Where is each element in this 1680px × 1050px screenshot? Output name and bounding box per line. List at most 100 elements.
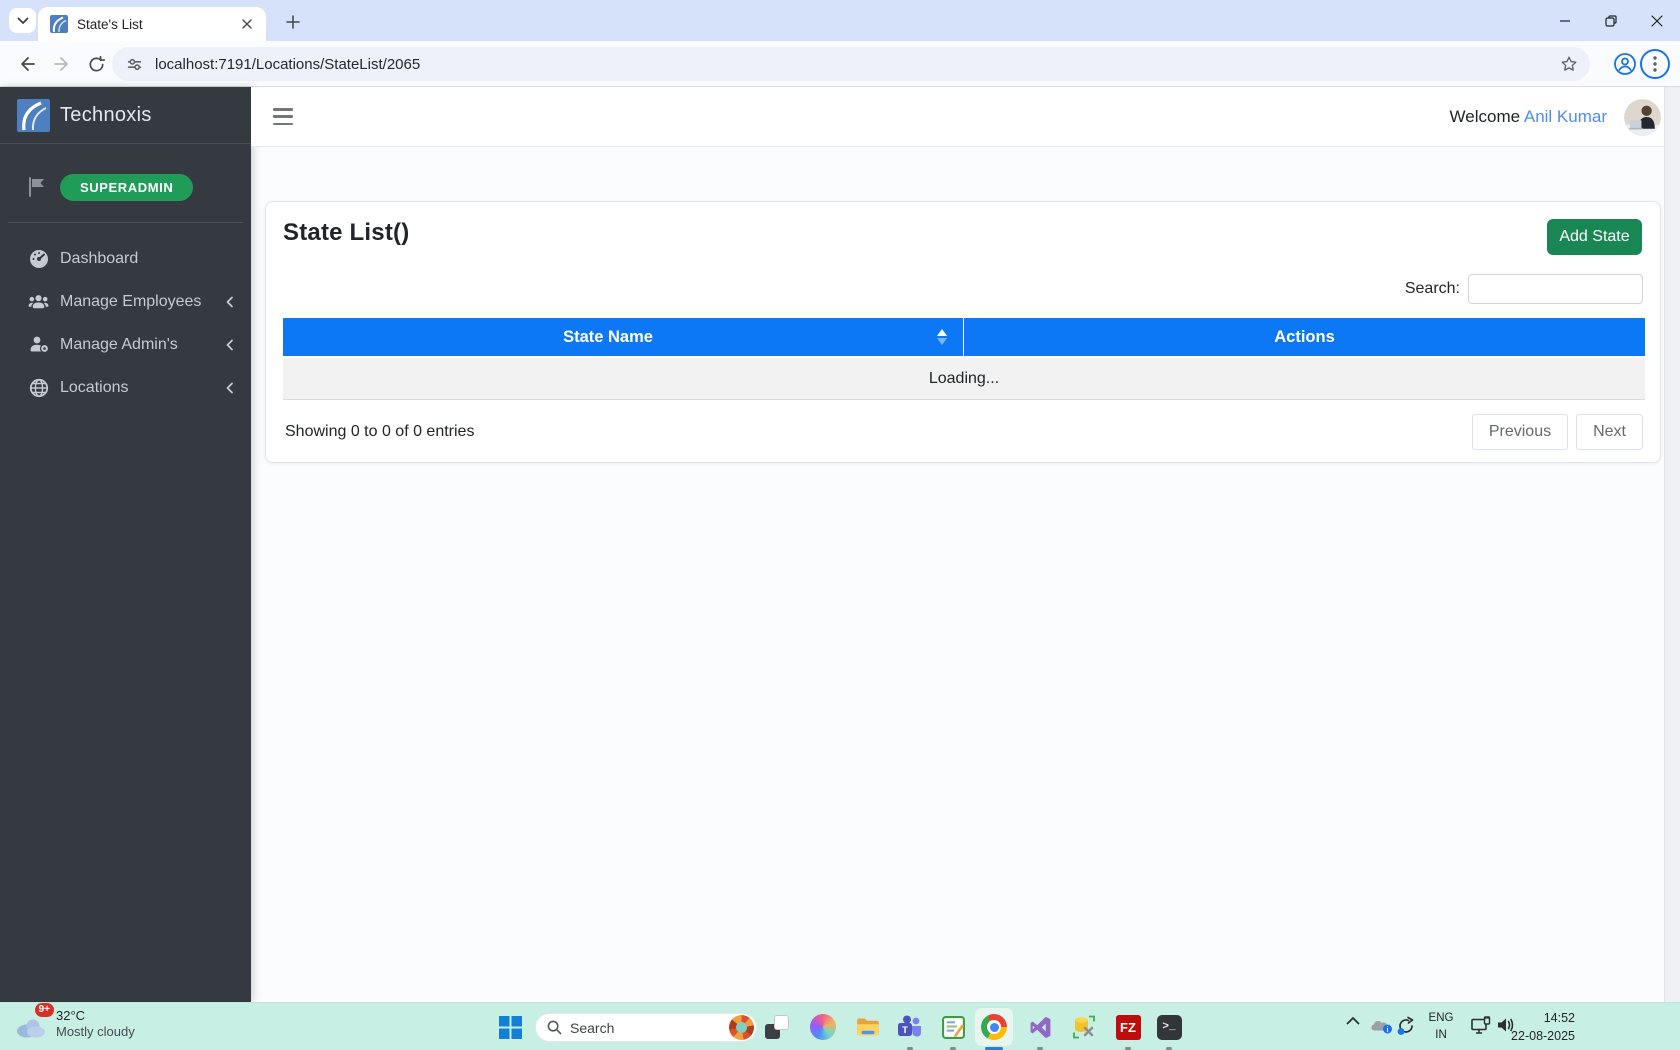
table-header-row: State Name Actions (283, 318, 1645, 358)
table-info-text: Showing 0 to 0 of 0 entries (285, 423, 474, 441)
reload-icon[interactable] (84, 52, 108, 76)
search-input[interactable] (1468, 274, 1643, 304)
chevron-left-icon (223, 381, 237, 395)
editor-app-button[interactable] (940, 1014, 966, 1040)
chrome-button[interactable] (975, 1008, 1013, 1046)
sync-update-icon[interactable] (1396, 1016, 1416, 1036)
brand-name: Technoxis (60, 104, 152, 127)
teams-button[interactable]: T (897, 1014, 923, 1040)
url-text[interactable]: localhost:7191/Locations/StateList/2065 (155, 56, 1560, 73)
user-avatar[interactable] (1624, 99, 1661, 136)
site-info-icon[interactable] (126, 56, 143, 73)
bing-daily-image-icon[interactable] (729, 1015, 754, 1040)
sidebar: Technoxis SUPERADMIN Dashboard (0, 87, 251, 1002)
svg-text:T: T (902, 1025, 908, 1036)
start-button[interactable] (497, 1014, 523, 1040)
sql-database-tools-icon (1071, 1014, 1097, 1040)
screen: State's List (0, 0, 1680, 1050)
bookmark-star-icon[interactable] (1560, 55, 1578, 73)
svg-text:i: i (1387, 1027, 1389, 1034)
brand[interactable]: Technoxis (0, 87, 251, 144)
sidebar-item-manage-admins[interactable]: Manage Admin's (0, 323, 251, 366)
role-row: SUPERADMIN (0, 144, 251, 204)
column-header-actions[interactable]: Actions (964, 318, 1645, 356)
terminal-button[interactable]: >_ (1156, 1014, 1182, 1040)
weather-condition: Mostly cloudy (56, 1024, 135, 1040)
chevron-down-icon (17, 17, 29, 25)
task-view-icon (765, 1015, 789, 1039)
speedometer-icon (28, 248, 49, 269)
notepad-editor-icon (941, 1015, 966, 1040)
network-icon[interactable] (1470, 1016, 1491, 1036)
sidebar-divider (8, 222, 243, 223)
back-icon[interactable] (15, 52, 39, 76)
region-code: IN (1424, 1027, 1458, 1044)
browser-tab-strip: State's List (0, 0, 1680, 41)
copilot-button[interactable] (810, 1014, 836, 1040)
address-bar[interactable]: localhost:7191/Locations/StateList/2065 (112, 47, 1590, 81)
chevron-left-icon (223, 338, 237, 352)
loading-text: Loading... (929, 370, 999, 388)
sidebar-item-dashboard[interactable]: Dashboard (0, 237, 251, 280)
window-minimize-button[interactable] (1542, 0, 1588, 41)
tray-clock[interactable]: 14:52 22-08-2025 (1495, 1010, 1575, 1045)
tray-chevron-up-icon[interactable] (1346, 1016, 1360, 1025)
sidebar-item-manage-employees[interactable]: Manage Employees (0, 280, 251, 323)
sidebar-item-label: Manage Employees (60, 293, 223, 311)
admin-user-icon (28, 334, 49, 355)
sidebar-item-locations[interactable]: Locations (0, 366, 251, 409)
chevron-left-icon (223, 295, 237, 309)
page-scrollbar[interactable] (1664, 87, 1680, 1002)
sidebar-menu: Dashboard Manage Employees Manage Admin (0, 237, 251, 409)
ssms-button[interactable] (1071, 1014, 1097, 1040)
add-state-button[interactable]: Add State (1547, 219, 1642, 255)
previous-page-button[interactable]: Previous (1472, 414, 1568, 450)
copilot-icon (810, 1014, 836, 1040)
next-page-button[interactable]: Next (1576, 414, 1643, 450)
filezilla-button[interactable]: FZ (1115, 1014, 1141, 1040)
new-tab-button[interactable] (280, 10, 306, 34)
window-restore-button[interactable] (1588, 0, 1634, 41)
globe-icon (28, 377, 49, 398)
top-navbar: Welcome Anil Kumar (251, 87, 1680, 147)
language-code: ENG (1424, 1010, 1458, 1027)
browser-profile-icon[interactable] (1611, 50, 1639, 78)
task-view-button[interactable] (764, 1014, 790, 1040)
navbar-user-area: Welcome Anil Kumar (1450, 87, 1661, 147)
file-explorer-button[interactable] (855, 1014, 881, 1040)
web-page: Technoxis SUPERADMIN Dashboard (0, 87, 1680, 1002)
column-label: State Name (563, 328, 653, 347)
browser-tab[interactable]: State's List (38, 7, 266, 41)
window-close-button[interactable] (1634, 0, 1680, 41)
tab-search-button[interactable] (9, 8, 36, 33)
site-favicon-icon (50, 15, 68, 33)
hamburger-menu-icon[interactable] (273, 108, 293, 125)
column-label: Actions (1274, 328, 1335, 347)
card-header: State List() Add State (283, 219, 1643, 259)
taskbar-weather-widget[interactable]: 9+ 32°C Mostly cloudy (14, 1007, 135, 1041)
forward-icon[interactable] (50, 52, 74, 76)
tab-close-icon[interactable] (238, 15, 256, 33)
pagination: Previous Next (1472, 414, 1643, 450)
browser-toolbar: localhost:7191/Locations/StateList/2065 (0, 41, 1680, 87)
onedrive-cloud-icon[interactable]: i (1370, 1016, 1393, 1034)
chrome-icon (981, 1014, 1007, 1040)
plus-icon (286, 15, 300, 29)
users-icon (28, 291, 49, 312)
tray-time: 14:52 (1495, 1010, 1575, 1028)
user-name-link[interactable]: Anil Kumar (1524, 107, 1607, 126)
taskbar-search-box[interactable]: Search (535, 1013, 757, 1042)
teams-icon: T (897, 1014, 923, 1040)
tray-date: 22-08-2025 (1495, 1028, 1575, 1046)
window-controls (1542, 0, 1680, 41)
browser-menu-icon[interactable] (1640, 49, 1670, 79)
weather-temp: 32°C (56, 1008, 135, 1024)
windows-logo-icon (499, 1016, 522, 1039)
search-icon (547, 1020, 562, 1035)
tray-language-indicator[interactable]: ENG IN (1424, 1010, 1458, 1043)
windows-taskbar: 9+ 32°C Mostly cloudy Search (0, 1002, 1680, 1050)
sidebar-item-label: Dashboard (60, 250, 237, 268)
table-search-row: Search: (283, 274, 1643, 304)
visual-studio-button[interactable] (1027, 1014, 1053, 1040)
column-header-state-name[interactable]: State Name (283, 318, 964, 356)
